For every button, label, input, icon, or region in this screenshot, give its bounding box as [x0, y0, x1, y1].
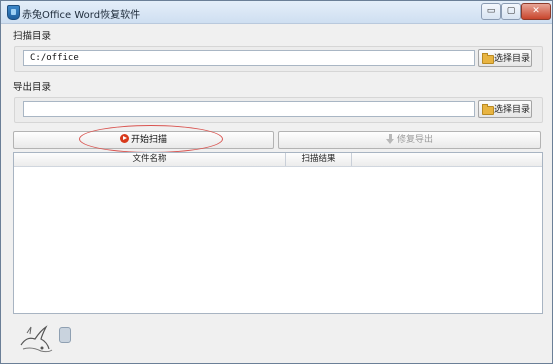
export-dir-label: 导出目录: [13, 82, 52, 93]
scan-dir-choose-label: 选择目录: [494, 54, 531, 64]
main-window: 赤兔Office Word恢复软件 ▭ ▢ ✕ 扫描目录 选择目录 导出目录 选…: [0, 0, 553, 364]
column-header-filename[interactable]: 文件名称: [14, 153, 286, 166]
app-icon: [7, 5, 20, 20]
export-dir-choose-button[interactable]: 选择目录: [478, 100, 532, 118]
table-header: 文件名称 扫描结果: [14, 153, 542, 167]
repair-export-label: 修复导出: [396, 135, 433, 145]
results-table[interactable]: 文件名称 扫描结果: [13, 152, 543, 314]
rabbit-logo: [20, 325, 53, 353]
repair-export-button[interactable]: 修复导出: [278, 131, 541, 149]
export-dir-input[interactable]: [23, 101, 475, 117]
start-scan-label: 开始扫描: [130, 135, 167, 145]
export-dir-choose-label: 选择目录: [494, 105, 531, 115]
window-title: 赤兔Office Word恢复软件: [22, 10, 141, 21]
folder-icon: [482, 104, 494, 115]
scan-dir-row: 选择目录: [14, 46, 543, 72]
maximize-button[interactable]: ▢: [501, 3, 521, 20]
scan-dir-choose-button[interactable]: 选择目录: [478, 49, 532, 67]
start-scan-button[interactable]: 开始扫描: [13, 131, 274, 149]
folder-icon: [482, 53, 494, 64]
scan-dir-input[interactable]: [23, 50, 475, 66]
tray-icon: [59, 327, 71, 343]
scan-dir-label: 扫描目录: [13, 31, 52, 42]
column-header-scan-result[interactable]: 扫描结果: [286, 153, 352, 166]
play-icon: [119, 134, 129, 143]
export-dir-row: 选择目录: [14, 97, 543, 123]
download-icon: [385, 134, 395, 144]
title-bar[interactable]: 赤兔Office Word恢复软件 ▭ ▢ ✕: [1, 1, 552, 24]
minimize-button[interactable]: ▭: [481, 3, 501, 20]
close-button[interactable]: ✕: [521, 3, 551, 20]
